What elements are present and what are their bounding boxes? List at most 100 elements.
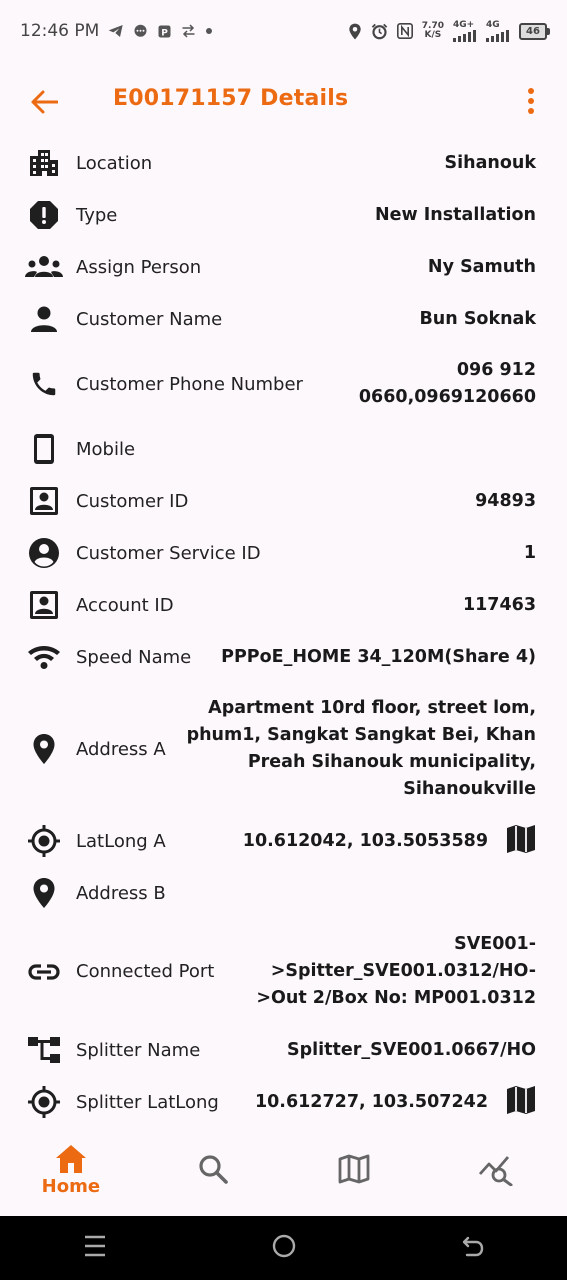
id-card-icon — [25, 586, 63, 624]
detail-label: Splitter Name — [76, 1039, 201, 1061]
crosshair-icon — [25, 1083, 63, 1121]
menu-lines-icon — [84, 1235, 105, 1257]
status-bar: 12:46 PM P 7.70 K/S 4G+ 4G 46 — [0, 0, 567, 62]
detail-value-line: SVE001- — [454, 934, 536, 954]
detail-row-assign-person: Assign Person Ny Samuth — [0, 241, 567, 293]
detail-value: Sihanouk — [444, 152, 536, 173]
home-icon — [55, 1145, 86, 1173]
detail-value: PPPoE_HOME 34_120M(Share 4) — [221, 646, 536, 667]
detail-row-splitter-latlong: Splitter LatLong 10.612727, 103.507242 — [0, 1076, 567, 1128]
detail-row-customer-id: Customer ID 94893 — [0, 475, 567, 527]
status-time: 12:46 PM — [20, 21, 100, 41]
nav-analytics[interactable] — [425, 1130, 567, 1186]
detail-row-splitter-name: Splitter Name Splitter_SVE001.0667/HO — [0, 1024, 567, 1076]
page-title: E00171157 Details — [113, 86, 349, 111]
arrow-back-icon — [31, 90, 58, 114]
detail-value: Ny Samuth — [427, 256, 536, 277]
query-stats-icon — [479, 1156, 513, 1186]
latlong-value-group: 10.612042, 103.5053589 — [227, 824, 536, 858]
bottom-navigation: Home — [0, 1130, 567, 1216]
account-circle-icon — [25, 534, 63, 572]
pinned-app-icon: P — [157, 24, 172, 39]
detail-row-customer-name: Customer Name Bun Soknak — [0, 293, 567, 345]
detail-value-line: >Spitter_SVE001.0312/HO- — [270, 961, 536, 981]
detail-value: 10.612042, 103.5053589 — [242, 830, 488, 851]
nav-home[interactable]: Home — [0, 1130, 142, 1197]
signal-icon: 4G+ — [453, 20, 477, 42]
more-vert-icon — [528, 88, 534, 114]
location-icon — [348, 23, 362, 40]
detail-label: Connected Port — [76, 961, 215, 982]
system-navigation-bar — [0, 1216, 567, 1280]
detail-row-latlong-a: LatLong A 10.612042, 103.5053589 — [0, 815, 567, 867]
map-icon[interactable] — [506, 824, 536, 858]
signal-icon-2: 4G — [486, 19, 510, 42]
nfc-icon — [396, 23, 413, 39]
detail-value-line: >Out 2/Box No: MP001.0312 — [256, 988, 536, 1008]
details-list[interactable]: Location Sihanouk Type New Installation … — [0, 137, 567, 1130]
detail-row-type: Type New Installation — [0, 189, 567, 241]
home-system-button[interactable] — [272, 1234, 296, 1262]
svg-text:P: P — [162, 28, 169, 38]
phone-icon — [25, 365, 63, 403]
detail-value-line: Sihanoukville — [403, 779, 536, 799]
detail-row-customer-phone: Customer Phone Number 096 912 0660,09691… — [0, 345, 567, 423]
detail-row-location: Location Sihanouk — [0, 137, 567, 189]
circle-icon — [272, 1234, 295, 1258]
group-icon — [25, 248, 63, 286]
detail-value-line: Preah Sihanouk municipality, — [247, 752, 536, 772]
detail-value: Splitter_SVE001.0667/HO — [286, 1039, 536, 1060]
detail-row-address-b: Address B — [0, 867, 567, 919]
detail-row-account-id: Account ID 117463 — [0, 579, 567, 631]
person-icon — [25, 300, 63, 338]
back-arrow-icon — [462, 1236, 483, 1257]
back-system-button[interactable] — [461, 1234, 485, 1262]
detail-label: Type — [76, 204, 118, 226]
detail-value-line: 096 912 — [456, 360, 536, 380]
detail-value-line: phum1, Sangkat Sangkat Bei, Khan — [186, 725, 536, 745]
latlong-value-group: 10.612727, 103.507242 — [239, 1085, 536, 1119]
alarm-icon — [371, 23, 388, 40]
map-outline-icon — [338, 1154, 370, 1184]
crosshair-icon — [25, 822, 63, 860]
detail-row-speed-name: Speed Name PPPoE_HOME 34_120M(Share 4) — [0, 631, 567, 683]
detail-label: Speed Name — [76, 646, 192, 668]
network-type-2: 4G — [486, 19, 500, 30]
nav-home-label: Home — [41, 1176, 101, 1197]
detail-label: Customer Name — [76, 308, 223, 330]
recent-apps-button[interactable] — [83, 1235, 107, 1261]
notification-dot-icon — [205, 27, 213, 35]
app-bar: E00171157 Details — [0, 70, 567, 132]
detail-label: Customer Phone Number — [76, 373, 303, 395]
transfer-icon — [181, 24, 196, 38]
detail-label: Account ID — [76, 594, 174, 616]
detail-value-line: 0660,0969120660 — [358, 387, 536, 407]
back-button[interactable] — [28, 86, 60, 118]
detail-value: Bun Soknak — [419, 308, 536, 329]
more-options-button[interactable] — [519, 84, 543, 118]
detail-label: Splitter LatLong — [76, 1091, 219, 1113]
network-speed-unit: K/S — [424, 30, 442, 40]
detail-value: 117463 — [462, 594, 536, 615]
battery-icon: 46 — [519, 22, 550, 40]
pin-icon — [25, 874, 63, 912]
detail-row-address-a: Address A Apartment 10rd floor, street l… — [0, 683, 567, 815]
detail-label: Address B — [76, 882, 166, 904]
map-icon[interactable] — [506, 1085, 536, 1119]
detail-label: Address A — [76, 738, 166, 760]
detail-value: 10.612727, 103.507242 — [254, 1091, 488, 1112]
detail-value: Apartment 10rd floor, street lom, phum1,… — [171, 695, 536, 803]
nav-map[interactable] — [284, 1130, 426, 1184]
detail-label: Mobile — [76, 438, 136, 460]
alert-icon — [25, 196, 63, 234]
wifi-icon — [25, 638, 63, 676]
detail-row-mobile: Mobile — [0, 423, 567, 475]
detail-value: New Installation — [375, 204, 536, 225]
search-icon — [199, 1155, 228, 1184]
nav-search[interactable] — [142, 1130, 284, 1184]
chat-bubble-icon — [133, 24, 148, 39]
detail-label: Customer ID — [76, 490, 189, 512]
detail-label: LatLong A — [76, 830, 166, 852]
detail-row-customer-service-id: Customer Service ID 1 — [0, 527, 567, 579]
detail-value-line: Apartment 10rd floor, street lom, — [208, 698, 536, 718]
